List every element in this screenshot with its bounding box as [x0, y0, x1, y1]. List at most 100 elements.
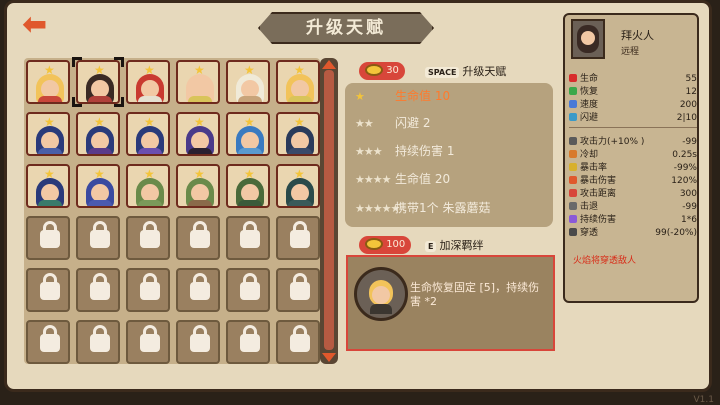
character-slot[interactable]: ★ [126, 60, 170, 104]
character-robe [288, 96, 312, 102]
character-robe [238, 148, 262, 154]
locked-character-slot[interactable] [176, 216, 220, 260]
padlock-icon [290, 221, 310, 248]
character-robe [38, 148, 62, 154]
character-slot[interactable]: ★ [76, 164, 120, 208]
star-rating-icon: ★★★ [355, 145, 383, 158]
locked-character-slot[interactable] [26, 268, 70, 312]
character-slot[interactable]: ★ [176, 112, 220, 156]
stat-label: 速度 [580, 100, 599, 110]
character-slot[interactable]: ★ [276, 60, 320, 104]
stat-label: 持续伤害 [580, 215, 617, 225]
stat-row-range: 攻击距离 300 [569, 188, 697, 200]
padlock-icon [240, 325, 260, 352]
locked-character-slot[interactable] [226, 320, 270, 364]
locked-character-slot[interactable] [76, 216, 120, 260]
character-slot[interactable]: ★ [176, 164, 220, 208]
stat-row-speed: 速度 200 [569, 99, 697, 111]
stat-label: 恢复 [580, 87, 599, 97]
character-slot[interactable]: ★ [26, 164, 70, 208]
padlock-icon [240, 221, 260, 248]
star-icon: ★ [44, 115, 55, 129]
character-robe [238, 96, 262, 102]
locked-character-slot[interactable] [76, 320, 120, 364]
stat-label: 攻击力(+10% ) [580, 137, 645, 147]
star-icon: ★ [244, 115, 255, 129]
locked-character-slot[interactable] [126, 216, 170, 260]
locked-character-slot[interactable] [126, 320, 170, 364]
star-icon: ★ [244, 167, 255, 181]
character-robe [38, 200, 62, 206]
talent-label: 生命值 20 [395, 172, 451, 186]
character-slot[interactable]: ★ [276, 112, 320, 156]
padlock-icon [40, 273, 60, 300]
locked-character-slot[interactable] [126, 268, 170, 312]
star-icon: ★ [194, 167, 205, 181]
locked-character-slot[interactable] [226, 268, 270, 312]
star-icon: ★ [294, 115, 305, 129]
stat-row-crit-damage: 暴击伤害 120% [569, 175, 697, 187]
talent-row-2: ★★ 闪避 2 [355, 112, 430, 134]
deepen-bond-label: 加深羁绊 [439, 239, 484, 252]
character-robe [288, 200, 312, 206]
locked-character-slot[interactable] [26, 320, 70, 364]
padlock-icon [140, 325, 160, 352]
talent-row-3: ★★★ 持续伤害 1 [355, 140, 454, 162]
hero-type: 远程 [621, 47, 640, 57]
locked-character-slot[interactable] [276, 216, 320, 260]
talent-row-1: ★ 生命值 10 [355, 85, 450, 107]
scroll-up-arrow-icon[interactable] [322, 60, 336, 69]
character-slot[interactable]: ★ [126, 112, 170, 156]
locked-character-slot[interactable] [176, 268, 220, 312]
character-robe [138, 200, 162, 206]
range-icon [569, 189, 577, 197]
talent-label: 闪避 2 [395, 116, 431, 130]
stat-label: 攻击距离 [580, 189, 617, 199]
stat-label: 暴击伤害 [580, 176, 617, 186]
deepen-bond-button[interactable]: E 加深羁绊 [425, 237, 483, 253]
locked-character-slot[interactable] [176, 320, 220, 364]
character-slot[interactable]: ★ [226, 164, 270, 208]
stat-row-regen: 恢复 12 [569, 86, 697, 98]
locked-character-slot[interactable] [276, 320, 320, 364]
locked-character-slot[interactable] [26, 216, 70, 260]
bond-cost-badge: 100 [359, 236, 412, 254]
padlock-icon [190, 325, 210, 352]
star-icon: ★ [244, 63, 255, 77]
stat-row-pierce: 穿透 99(-20%) [569, 227, 697, 239]
stat-row-cooldown: 冷却 0.25s [569, 149, 697, 161]
character-robe [88, 200, 112, 206]
upgrade-cost-value: 30 [386, 65, 399, 76]
stat-value: -99% [673, 163, 697, 173]
character-slot[interactable]: ★ [76, 112, 120, 156]
stat-value: 120% [671, 176, 697, 186]
coin-icon [365, 238, 383, 250]
character-slot[interactable]: ★ [226, 60, 270, 104]
scroll-thumb[interactable] [324, 70, 334, 350]
locked-character-slot[interactable] [226, 216, 270, 260]
bond-description: 生命恢复固定 [5]，持续伤害 *2 [410, 281, 540, 308]
back-arrow-icon[interactable]: ⬅ [22, 10, 54, 40]
character-slot[interactable]: ★ [126, 164, 170, 208]
padlock-icon [90, 221, 110, 248]
character-slot[interactable]: ★ [226, 112, 270, 156]
dodge-icon [569, 113, 577, 121]
grid-scrollbar[interactable] [320, 58, 338, 364]
knockback-icon [569, 202, 577, 210]
upgrade-talent-button[interactable]: SPACE 升级天赋 [425, 63, 506, 79]
padlock-icon [190, 221, 210, 248]
stat-row-dodge: 闪避 2|10 [569, 112, 697, 124]
character-slot[interactable]: ★ [26, 112, 70, 156]
character-slot[interactable]: ★ [276, 164, 320, 208]
hero-avatar [571, 19, 605, 59]
version-label: V1.1 [693, 395, 714, 405]
talent-row-4: ★★★★ 生命值 20 [355, 168, 450, 190]
locked-character-slot[interactable] [276, 268, 320, 312]
character-slot[interactable]: ★ [176, 60, 220, 104]
character-slot[interactable]: ★ [26, 60, 70, 104]
scroll-down-arrow-icon[interactable] [322, 353, 336, 362]
crit-damage-icon [569, 176, 577, 184]
page-title: 升级天赋 [258, 12, 434, 44]
locked-character-slot[interactable] [76, 268, 120, 312]
talent-label: 生命值 10 [395, 89, 451, 103]
